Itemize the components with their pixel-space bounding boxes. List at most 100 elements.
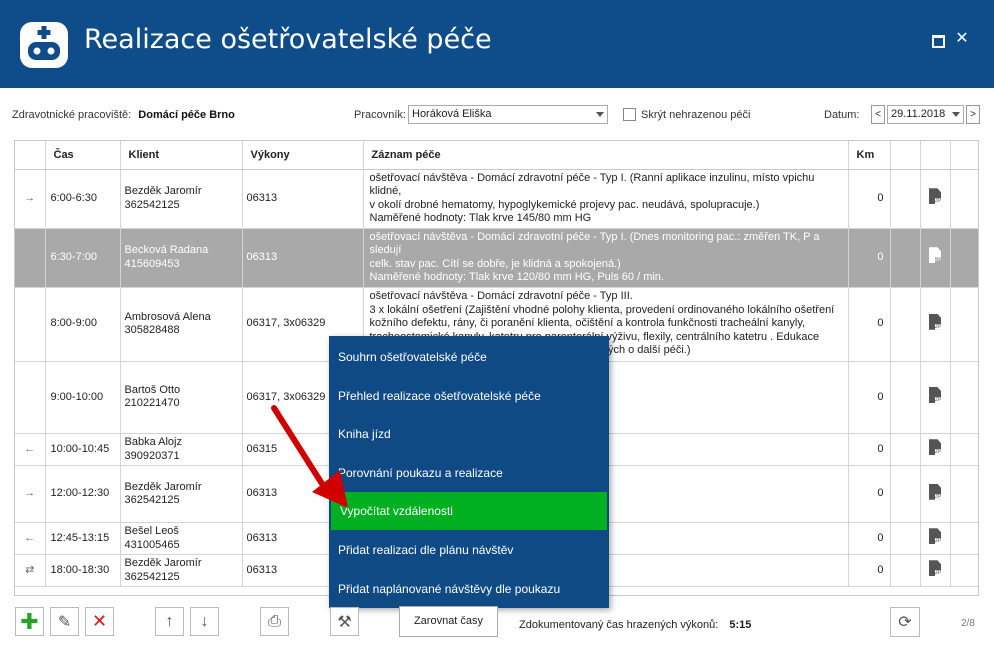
- document-zp-icon[interactable]: [929, 528, 941, 545]
- nurse-icon: [20, 22, 68, 68]
- date-next-button[interactable]: >: [966, 105, 980, 124]
- align-times-button[interactable]: Zarovnat časy: [399, 606, 498, 637]
- move-up-button[interactable]: ↑: [155, 607, 184, 636]
- menu-item[interactable]: Porovnání poukazu a realizace: [329, 454, 609, 492]
- record-line: 3 x lokální ošetření (Zajištění vhodné p…: [369, 303, 835, 316]
- col-client[interactable]: Klient: [120, 141, 243, 170]
- empty-cell: [890, 433, 921, 466]
- close-icon[interactable]: ✕: [953, 30, 971, 48]
- menu-item[interactable]: Přidat realizaci dle plánu návštěv: [329, 531, 609, 569]
- document-cell[interactable]: [920, 433, 951, 466]
- table-row[interactable]: 6:30-7:00 Becková Radana 415609453 06313…: [15, 228, 978, 288]
- client-name: Becková Radana: [124, 244, 209, 256]
- empty-cell: [950, 361, 978, 434]
- title-bar: Realizace ošetřovatelské péče ✕: [0, 0, 994, 88]
- empty-cell: [890, 169, 921, 229]
- client-id: 431005465: [124, 538, 180, 551]
- maximize-icon[interactable]: [928, 30, 946, 48]
- col-extra-2: [920, 141, 951, 170]
- col-record[interactable]: Záznam péče: [363, 141, 849, 170]
- col-extra-1: [890, 141, 921, 170]
- client-name: Bartoš Otto: [124, 383, 181, 396]
- km-cell: 0: [848, 287, 891, 362]
- edit-button[interactable]: ✎: [50, 607, 79, 636]
- km-cell: 0: [848, 361, 891, 434]
- km-cell: 0: [848, 228, 891, 288]
- record-line: ošetřovací návštěva - Domácí zdravotní p…: [369, 230, 820, 257]
- document-zp-icon[interactable]: [929, 387, 941, 403]
- client-cell: Babka Alojz 390920371: [120, 433, 243, 466]
- document-zp-icon[interactable]: [929, 560, 941, 577]
- client-cell: Bezděk Jaromír 362542125: [120, 554, 243, 587]
- menu-item[interactable]: Přidat naplánované návštěvy dle poukazu: [329, 570, 609, 608]
- col-time[interactable]: Čas: [45, 141, 121, 170]
- direction-icon: ⇄: [15, 554, 46, 587]
- workplace-label: Zdravotnické pracoviště: Domácí péče Brn…: [12, 109, 235, 121]
- tools-button[interactable]: ⚒: [330, 607, 359, 636]
- col-codes[interactable]: Výkony: [242, 141, 364, 170]
- move-down-button[interactable]: ↓: [190, 607, 219, 636]
- client-id: 210221470: [124, 397, 180, 410]
- client-id: 415609453: [124, 257, 180, 270]
- document-zp-icon[interactable]: [929, 313, 941, 330]
- time-cell: 6:30-7:00: [45, 228, 121, 288]
- document-cell[interactable]: [920, 554, 951, 587]
- client-id: 362542125: [124, 494, 180, 506]
- direction-icon: →: [15, 169, 46, 229]
- empty-cell: [890, 287, 921, 362]
- client-cell: Bešel Leoš 431005465: [120, 522, 243, 555]
- refresh-button[interactable]: ⟳: [890, 607, 920, 637]
- document-cell[interactable]: [920, 522, 951, 555]
- col-km[interactable]: Km: [848, 141, 891, 170]
- direction-icon: ←: [15, 522, 46, 555]
- table-row[interactable]: → 6:00-6:30 Bezděk Jaromír 362542125 063…: [15, 169, 978, 229]
- empty-cell: [890, 228, 921, 288]
- menu-item[interactable]: Kniha jízd: [329, 415, 609, 453]
- client-name: Ambrosová Alena: [124, 310, 211, 323]
- document-cell[interactable]: [920, 465, 951, 523]
- client-cell: Bezděk Jaromír 362542125: [120, 169, 243, 229]
- print-button[interactable]: ⎙: [260, 607, 289, 636]
- empty-cell: [890, 465, 921, 523]
- date-picker[interactable]: 29.11.2018: [887, 105, 964, 124]
- date-prev-button[interactable]: <: [871, 105, 885, 124]
- menu-item[interactable]: Přehled realizace ošetřovatelské péče: [329, 377, 609, 415]
- record-cell: ošetřovací návštěva - Domácí zdravotní p…: [363, 169, 849, 229]
- empty-cell: [950, 465, 978, 523]
- document-zp-icon[interactable]: [929, 439, 941, 456]
- km-cell: 0: [848, 465, 891, 523]
- document-zp-icon[interactable]: [929, 247, 941, 264]
- time-cell: 18:00-18:30: [45, 554, 121, 587]
- worker-select[interactable]: Horáková Eliška: [408, 105, 608, 124]
- document-cell[interactable]: [920, 169, 951, 229]
- tools-menu: Souhrn ošetřovatelské péče Přehled realiz…: [329, 336, 609, 608]
- record-line: Naměřené hodnoty: Tlak krve 120/80 mm HG…: [369, 271, 664, 283]
- document-zp-icon[interactable]: [929, 483, 941, 500]
- client-id: 362542125: [124, 570, 180, 583]
- record-line: ošetřovací návštěva - Domácí zdravotní p…: [369, 171, 815, 198]
- document-cell[interactable]: [920, 228, 951, 288]
- menu-item[interactable]: Souhrn ošetřovatelské péče: [329, 338, 609, 376]
- hide-unpaid-label: Skrýt nehrazenou péči: [641, 109, 751, 121]
- document-zp-icon[interactable]: [929, 188, 941, 205]
- client-id: 362542125: [124, 198, 180, 211]
- client-name: Babka Alojz: [124, 436, 182, 448]
- col-extra-3: [950, 141, 978, 170]
- hide-unpaid-checkbox[interactable]: [623, 108, 636, 121]
- delete-button[interactable]: ✕: [85, 607, 114, 636]
- empty-cell: [950, 287, 978, 362]
- document-cell[interactable]: [920, 361, 951, 434]
- time-cell: 8:00-9:00: [45, 287, 121, 362]
- window-title: Realizace ošetřovatelské péče: [84, 24, 492, 55]
- add-button[interactable]: ✚: [15, 607, 44, 636]
- direction-icon: [15, 228, 46, 288]
- menu-item[interactable]: Vypočítat vzdálenosti: [331, 492, 607, 531]
- record-line: Naměřené hodnoty: Tlak krve 145/80 mm HG: [369, 212, 592, 224]
- worker-value: Horáková Eliška: [412, 108, 492, 120]
- workplace-label-text: Zdravotnické pracoviště:: [12, 109, 132, 121]
- record-line: ošetřovací návštěva - Domácí zdravotní p…: [369, 290, 633, 303]
- empty-cell: [890, 361, 921, 434]
- client-cell: Bartoš Otto 210221470: [120, 361, 243, 434]
- client-name: Bezděk Jaromír: [124, 185, 202, 197]
- document-cell[interactable]: [920, 287, 951, 362]
